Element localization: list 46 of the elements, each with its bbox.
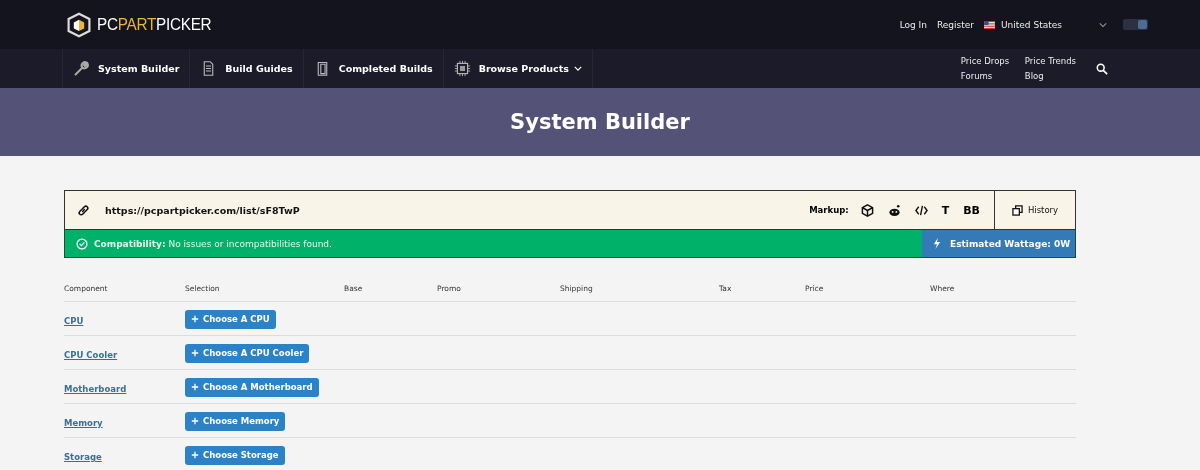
plus-icon: [191, 349, 199, 358]
nav-link[interactable]: Forums: [960, 71, 1025, 81]
alien-head-icon[interactable]: [887, 203, 901, 217]
logo-icon[interactable]: [66, 11, 92, 38]
theme-toggle[interactable]: [1123, 19, 1148, 30]
chip-icon: [453, 60, 471, 77]
copy-icon: [1011, 204, 1023, 216]
markup-button[interactable]: T: [941, 203, 950, 217]
component-link[interactable]: CPU Cooler: [64, 350, 118, 360]
wrench-icon: [73, 60, 90, 77]
search-icon[interactable]: [1095, 62, 1108, 75]
plus-icon: [191, 315, 199, 324]
list-url[interactable]: https://pcpartpicker.com/list/sF8TwP: [105, 204, 810, 216]
chevron-icon[interactable]: [1099, 21, 1107, 28]
register-link[interactable]: Register: [936, 19, 974, 30]
nav-link[interactable]: Blog: [1024, 71, 1085, 81]
choose-button[interactable]: Choose A CPU Cooler: [185, 343, 310, 363]
plus-icon: [191, 417, 199, 426]
country-select[interactable]: United States: [1001, 19, 1099, 30]
page-title: System Builder: [510, 110, 690, 134]
cube-icon[interactable]: [860, 203, 874, 217]
markup-button[interactable]: BB: [963, 203, 980, 217]
markup-label: Markup:: [809, 205, 849, 215]
choose-button[interactable]: Choose A CPU: [185, 309, 276, 329]
choose-button[interactable]: Choose Memory: [185, 411, 286, 431]
plus-icon: [191, 383, 199, 392]
choose-button[interactable]: Choose Storage: [185, 445, 285, 465]
nav-link[interactable]: Price Trends: [1024, 56, 1085, 66]
component-link[interactable]: CPU: [64, 316, 84, 326]
login-link[interactable]: Log In: [899, 19, 927, 30]
component-link[interactable]: Motherboard: [64, 384, 127, 394]
component-link[interactable]: Memory: [64, 418, 103, 428]
wattage-text: Estimated Wattage: 0W: [950, 238, 1071, 249]
compatibility-message: Compatibility: No issues or incompatibilities found.: [94, 238, 332, 249]
chevron-icon: [573, 66, 582, 71]
code-icon[interactable]: [914, 203, 928, 217]
lightning-icon: [933, 238, 941, 249]
component-link[interactable]: Storage: [64, 452, 102, 462]
history-button[interactable]: History: [994, 191, 1075, 229]
flag-icon: [984, 20, 995, 29]
choose-button[interactable]: Choose A Motherboard: [185, 377, 319, 397]
link-icon: [77, 203, 90, 217]
logo-text[interactable]: PCPARTPICKER: [97, 14, 212, 35]
nav-link[interactable]: Price Drops: [960, 56, 1025, 66]
plus-icon: [191, 451, 199, 460]
check-circle-icon: [76, 237, 88, 250]
